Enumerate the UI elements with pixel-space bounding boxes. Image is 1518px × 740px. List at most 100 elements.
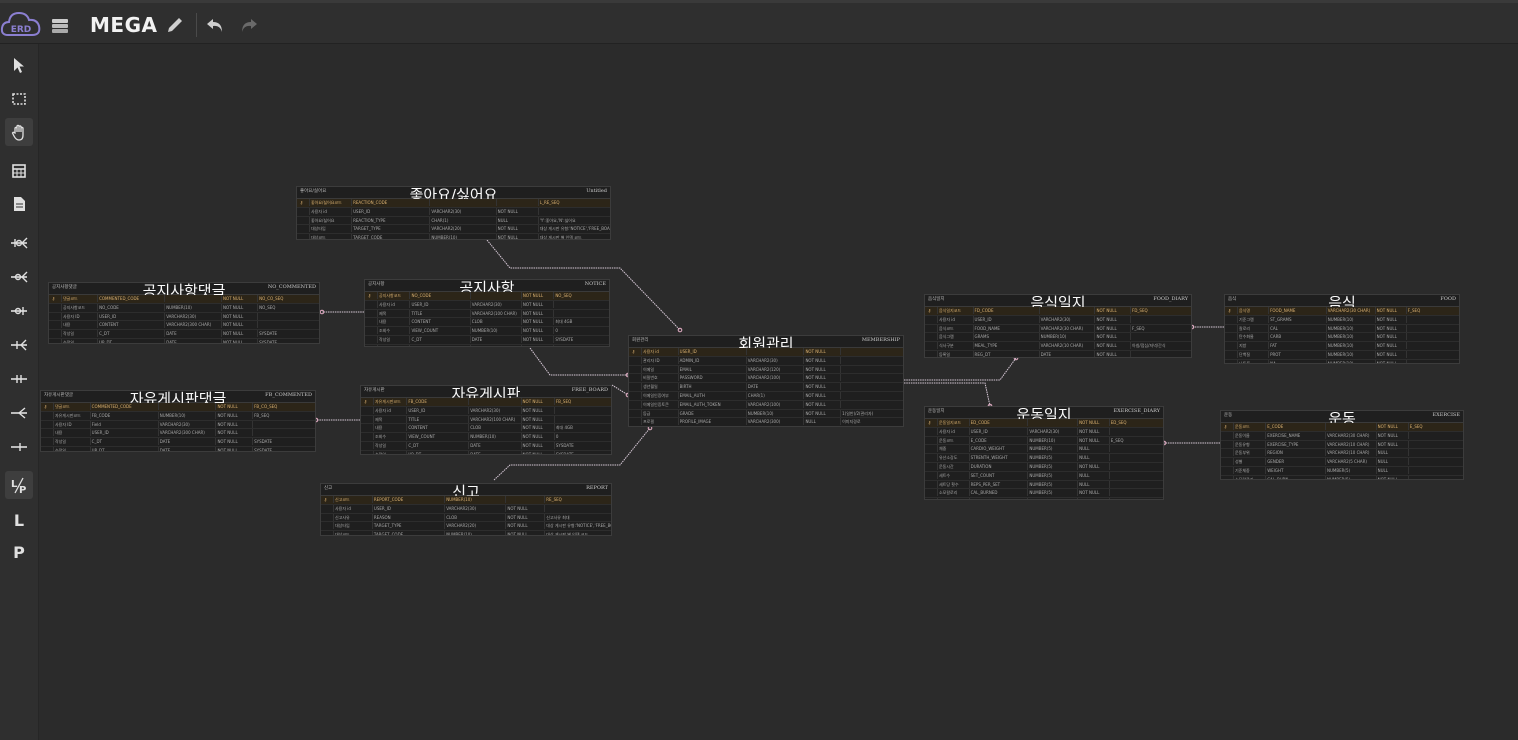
- table-membership[interactable]: 회원관리 MEMBERSHIP 회원관리 ⚷ 사용자 id USER_ID NOT NULL…: [628, 335, 904, 427]
- table-row[interactable]: 작성일 C_DT DATE NOT NULL SYSDATE: [361, 441, 611, 451]
- table-row[interactable]: 조회수 VIEW_COUNT NUMBER(10) NOT NULL 0: [361, 433, 611, 442]
- table-free_comment[interactable]: 자유게시판댓글 FB_COMMENTED 자유게시판댓글 ⚷ 댓글코드 COMMENTED…: [40, 390, 316, 452]
- table-row[interactable]: 내용 CONTENT CLOB NOT NULL 최대 4GB: [361, 424, 611, 434]
- table-row[interactable]: 좋아요/싫어요 REACTION_TYPE CHAR(1) NULL 'Y':좋아요,'…: [297, 216, 610, 226]
- add-memo-tool[interactable]: [5, 190, 33, 218]
- database-stack-icon[interactable]: [50, 15, 70, 35]
- table-row[interactable]: 나트륨 NA NUMBER(10) NOT NULL: [1225, 359, 1459, 363]
- one-n-tool[interactable]: [5, 331, 33, 359]
- table-row[interactable]: 작성일 C_DT DATE NOT NULL SYSDATE: [41, 438, 315, 447]
- table-row[interactable]: 수정일UP_DTDATENOT NULLSYSDATE: [41, 446, 315, 451]
- table-row[interactable]: ⚷ 댓글코드 COMMENTED_CODE NOT NULL FB_CO_SEQ: [41, 403, 315, 412]
- table-row[interactable]: 신고사유 REASON CLOB NOT NULL 신고사유 최대: [321, 513, 611, 523]
- one-tool[interactable]: [5, 433, 33, 461]
- table-row[interactable]: 세트당 횟수 REPS_PER_SET NUMBER(5) NULL: [925, 480, 1163, 490]
- table-row[interactable]: 대상코드 TARGET_CODE NUMBER(10) NOT NULL 대상 게시판 …: [297, 234, 610, 239]
- table-row[interactable]: ⚷ 운동코드 E_CODE NOT NULL E_SEQ: [1221, 423, 1463, 432]
- table-row[interactable]: 식사구분 MEAL_TYPE VARCHAR2(10 CHAR) NOT NULL 아침…: [925, 342, 1191, 351]
- physical-logical-tool[interactable]: LP: [5, 471, 33, 499]
- table-row[interactable]: 관리자 ID ADMIN_ID VARCHAR2(30) NOT NULL: [629, 356, 903, 366]
- table-row[interactable]: 성별 GENDER VARCHAR2(5 CHAR) NULL: [1221, 458, 1463, 467]
- table-row[interactable]: 이메일 EMAIL VARCHAR2(120) NOT NULL: [629, 365, 903, 375]
- table-notice[interactable]: 공지사항 NOTICE 공지사항 ⚷ 공지사항코드 NO_CODE NOT NULL NO_S…: [364, 279, 610, 347]
- table-row[interactable]: 조회수 VIEW_COUNT NUMBER(10) NOT NULL 0: [365, 327, 609, 336]
- zero-n-tool[interactable]: [5, 263, 33, 291]
- table-row[interactable]: 탄수화물 CARB NUMBER(10) NOT NULL: [1225, 333, 1459, 343]
- table-row[interactable]: 수정일UP_DTDATENOT NULLSYSDATE: [365, 344, 609, 346]
- table-row[interactable]: 단백질 PROT NUMBER(10) NOT NULL: [1225, 350, 1459, 360]
- table-report[interactable]: 신고 REPORT 신고 ⚷ 신고코드 REPORT_CODE NUMBER(10) RE_S…: [320, 483, 612, 536]
- table-food[interactable]: 음식 FOOD 음식 ⚷ 음식명 FOOD_NAME VARCHAR2(30 CHAR) NO…: [1224, 294, 1460, 364]
- zero-one-tool[interactable]: [5, 297, 33, 325]
- table-header[interactable]: 회원관리 MEMBERSHIP 회원관리: [629, 336, 903, 353]
- n-tool[interactable]: [5, 399, 33, 427]
- table-row[interactable]: ⚷ 음식일지코드 FD_CODE NOT NULL FD_SEQ: [925, 307, 1191, 316]
- table-row[interactable]: 내용 CONTENT CLOB NOT NULL 최대 4GB: [365, 318, 609, 328]
- table-row[interactable]: 수정일UP_DTDATENOT NULLSYSDATE: [49, 338, 319, 343]
- table-row[interactable]: ⚷ 좋아요/싫어요코드 REACTION_CODE L_RE_SEQ: [297, 199, 610, 208]
- add-table-tool[interactable]: [5, 157, 33, 185]
- table-row[interactable]: ⚷ 사용자 id USER_ID NOT NULL: [629, 348, 903, 357]
- table-row[interactable]: 사용자 id USER_ID VARCHAR2(30) NOT NULL: [361, 406, 611, 416]
- table-header[interactable]: 공지사항댓글 NO_COMMENTED 공지사항댓글: [49, 283, 319, 300]
- redo-icon[interactable]: [239, 15, 259, 35]
- region-select-tool[interactable]: [5, 85, 33, 113]
- table-header[interactable]: 운동일지 EXERCISE_DIARY 운동일지: [925, 407, 1163, 424]
- table-header[interactable]: 좋아요/싫어요 Untitled 좋아요/싫어요: [297, 187, 610, 204]
- table-row[interactable]: ⚷ 음식명 FOOD_NAME VARCHAR2(30 CHAR) NOT NULL F_…: [1225, 307, 1459, 316]
- table-header[interactable]: 공지사항 NOTICE 공지사항: [365, 280, 609, 297]
- table-exercise_diary[interactable]: 운동일지 EXERCISE_DIARY 운동일지 ⚷ 운동일지코드 ED_CODE NOT …: [924, 406, 1164, 500]
- table-header[interactable]: 운동 EXERCISE 운동: [1221, 411, 1463, 428]
- table-row[interactable]: 사용자 id USER_ID VARCHAR2(30) NOT NULL: [365, 300, 609, 310]
- table-notice_comment[interactable]: 공지사항댓글 NO_COMMENTED 공지사항댓글 ⚷ 댓글코드 COMMENTED_C…: [48, 282, 320, 344]
- table-row[interactable]: 소모칼로리 CAL_BURN NUMBER(5) NOT NULL: [1221, 475, 1463, 479]
- table-header[interactable]: 음식일지 FOOD_DIARY 음식일지: [925, 295, 1191, 312]
- table-row[interactable]: 수정일UP_DTDATENOT NULLSYSDATE: [361, 450, 611, 454]
- table-row[interactable]: 음식그램 GRAMS NUMBER(10) NOT NULL: [925, 333, 1191, 343]
- table-row[interactable]: ⚷ 자유게시판코드 FB_CODE NOT NULL FB_SEQ: [361, 398, 611, 407]
- undo-icon[interactable]: [205, 15, 225, 35]
- pencil-icon[interactable]: [165, 15, 185, 35]
- table-row[interactable]: 제목 TITLE VARCHAR2(100 CHAR) NOT NULL: [361, 415, 611, 425]
- table-row[interactable]: 소모칼로리 CAL_BURNED NUMBER(5) NOT NULL: [925, 489, 1163, 499]
- table-row[interactable]: 프로필 PROFILE_IMAGE VARCHAR2(300) NULL 이미지경로: [629, 418, 903, 426]
- table-row[interactable]: 작성일 C_DT DATE NOT NULL SYSDATE: [49, 330, 319, 339]
- one-only-tool[interactable]: [5, 365, 33, 393]
- table-row[interactable]: 제목 TITLE VARCHAR2(100 CHAR) NOT NULL: [365, 309, 609, 319]
- table-row[interactable]: ⚷ 댓글코드 COMMENTED_CODE NOT NULL NO_CO_SEQ: [49, 295, 319, 304]
- table-row[interactable]: 대상타입 TARGET_TYPE VARCHAR2(20) NOT NULL 대상 게시…: [297, 225, 610, 235]
- table-row[interactable]: 사용자 id USER_ID VARCHAR2(30) NOT NULL: [925, 315, 1191, 325]
- table-row[interactable]: 비밀번호 PASSWORD VARCHAR2(100) NOT NULL: [629, 374, 903, 384]
- table-row[interactable]: 이메일인증여부 EMAIL_AUTH CHAR(1) NOT NULL: [629, 391, 903, 401]
- table-row[interactable]: 체중 CARDIO_WEIGHT NUMBER(5) NULL: [925, 445, 1163, 455]
- table-row[interactable]: 생년월일 BIRTH DATE NOT NULL: [629, 383, 903, 392]
- table-free_board[interactable]: 자유게시판 FREE_BOARD 자유게시판 ⚷ 자유게시판코드 FB_CODE NOT N…: [360, 385, 612, 455]
- table-row[interactable]: 등록일REG_DTDATENOT NULL: [925, 350, 1191, 357]
- table-food_diary[interactable]: 음식일지 FOOD_DIARY 음식일지 ⚷ 음식일지코드 FD_CODE NOT NULL…: [924, 294, 1192, 358]
- table-row[interactable]: 사용자 id USER_ID VARCHAR2(30) NOT NULL: [297, 207, 610, 217]
- table-row[interactable]: 사용자 ID USER_ID VARCHAR2(30) NOT NULL: [49, 312, 319, 322]
- table-row[interactable]: ⚷ 운동일지코드 ED_CODE NOT NULL ED_SEQ: [925, 419, 1163, 428]
- table-row[interactable]: 기준체중 WEIGHT NUMBER(5) NULL: [1221, 466, 1463, 476]
- logical-tool[interactable]: L: [5, 506, 33, 534]
- table-header[interactable]: 자유게시판댓글 FB_COMMENTED 자유게시판댓글: [41, 391, 315, 408]
- table-reaction[interactable]: 좋아요/싫어요 Untitled 좋아요/싫어요 ⚷ 좋아요/싫어요코드 REACTION…: [296, 186, 611, 240]
- table-row[interactable]: 내용 CONTENT VARCHAR2(300 CHAR) NOT NULL: [49, 321, 319, 331]
- table-row[interactable]: ⚷ 공지사항코드 NO_CODE NOT NULL NO_SEQ: [365, 292, 609, 301]
- table-row[interactable]: 작성일 C_DT DATE NOT NULL SYSDATE: [365, 335, 609, 345]
- zero-one-n-tool[interactable]: [5, 229, 33, 257]
- table-header[interactable]: 자유게시판 FREE_BOARD 자유게시판: [361, 386, 611, 403]
- table-row[interactable]: 사용자 id USER_ID VARCHAR2(30) NOT NULL: [321, 504, 611, 514]
- table-row[interactable]: 운동코드 E_CODE NUMBER(10) NOT NULL E_SEQ: [925, 436, 1163, 446]
- table-row[interactable]: 공지사항코드 NO_CODE NUMBER(10) NOT NULL NO_SEQ: [49, 303, 319, 313]
- table-header[interactable]: 신고 REPORT 신고: [321, 484, 611, 501]
- table-row[interactable]: 운동부위 REGION VARCHAR2(10 CHAR) NULL: [1221, 449, 1463, 459]
- table-row[interactable]: 운동유형 EXERCISE_TYPE VARCHAR2(10 CHAR) NOT NU…: [1221, 440, 1463, 450]
- table-row[interactable]: 대상타입 TARGET_TYPE VARCHAR2(20) NOT NULL 대상 게시…: [321, 522, 611, 532]
- table-row[interactable]: 사용자 ID Field VARCHAR2(30) NOT NULL: [41, 420, 315, 430]
- table-row[interactable]: ⚷ 신고코드 REPORT_CODE NUMBER(10) RE_SEQ: [321, 496, 611, 505]
- table-row[interactable]: 등급 GRADE NUMBER(10) NOT NULL 1(일반)/2(관리자): [629, 409, 903, 419]
- select-tool[interactable]: [5, 51, 33, 79]
- table-row[interactable]: 내용 USER_ID VARCHAR2(300 CHAR) NOT NULL: [41, 429, 315, 439]
- table-exercise[interactable]: 운동 EXERCISE 운동 ⚷ 운동코드 E_CODE NOT NULL E_SEQ 운동이름…: [1220, 410, 1464, 480]
